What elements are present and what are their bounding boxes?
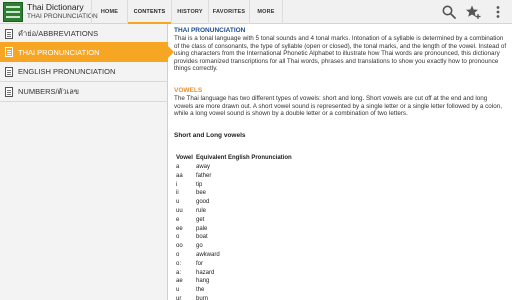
sidebar-item-label: ENGLISH PRONUNCIATION (18, 67, 116, 76)
english-cell: hazard (196, 269, 215, 276)
table-row: oo go (176, 243, 336, 252)
tab-favorites[interactable]: FAVORITES (208, 0, 249, 24)
vowel-cell: u (176, 287, 180, 294)
column-header-vowel: Vowel (176, 155, 193, 161)
subheading-short-long-vowels: Short and Long vowels (174, 132, 246, 139)
vowel-cell: ii (176, 190, 179, 197)
sidebar-item-label: คำย่อ/ABBREVIATIONS (18, 28, 99, 38)
content-pane: THAI PRONUNCIATION Thai is a tonal langu… (174, 24, 510, 300)
app-title: Thai Dictionary (27, 2, 84, 12)
english-cell: good (196, 199, 210, 206)
document-icon (5, 87, 13, 97)
tab-contents[interactable]: CONTENTS (127, 0, 171, 24)
vowel-cell: ae (176, 278, 183, 285)
document-icon (5, 29, 13, 39)
english-cell: get (196, 216, 205, 223)
table-header: Vowel Equivalent English Pronunciation (176, 155, 336, 164)
english-cell: the (196, 287, 205, 294)
vowel-cell: u (176, 199, 180, 206)
english-cell: pale (196, 225, 208, 232)
section-title-vowels: VOWELS (174, 87, 203, 94)
section-text-thai-pronunciation: Thai is a tonal language with 5 tonal so… (174, 35, 507, 73)
english-cell: tip (196, 181, 203, 188)
search-icon[interactable] (441, 4, 457, 20)
english-cell: rule (196, 207, 207, 214)
english-cell: father (196, 172, 212, 179)
tab-history[interactable]: HISTORY (171, 0, 208, 24)
vowel-cell: o: (176, 260, 182, 267)
table-row: uu rule (176, 208, 336, 217)
vowel-cell: ee (176, 225, 183, 232)
vowel-cell: o (176, 234, 180, 241)
vowel-cell: a (176, 164, 180, 170)
vowel-cell: ur (176, 295, 182, 300)
table-row: ee pale (176, 226, 336, 235)
english-cell: bee (196, 190, 207, 197)
tab-more[interactable]: MORE (249, 0, 283, 24)
action-bar: Thai Dictionary THAI PRONUNCIATION HOME … (0, 0, 512, 24)
english-cell: boat (196, 234, 208, 241)
english-cell: go (196, 243, 203, 250)
sidebar-item-numbers[interactable]: NUMBERS/ตัวเลข (0, 82, 168, 102)
tab-home[interactable]: HOME (91, 0, 127, 24)
vowel-cell: uu (176, 207, 183, 214)
table-row: o boat (176, 234, 336, 243)
vowel-cell: e (176, 216, 180, 223)
english-cell: away (196, 164, 211, 170)
table-row: ur burn (176, 296, 336, 300)
vowel-cell: aa (176, 172, 183, 179)
sidebar-item-thai-pronunciation[interactable]: THAI PRONUNCIATION (0, 42, 174, 62)
vowel-cell: o (176, 251, 180, 258)
app-subtitle: THAI PRONUNCIATION (27, 13, 98, 20)
table-row: a away (176, 164, 336, 173)
vowel-cell: oo (176, 243, 183, 250)
section-title-thai-pronunciation: THAI PRONUNCIATION (174, 27, 246, 34)
column-header-english: Equivalent English Pronunciation (196, 155, 292, 161)
sidebar-item-english-pronunciation[interactable]: ENGLISH PRONUNCIATION (0, 62, 168, 82)
overflow-menu-icon[interactable] (490, 4, 506, 20)
document-icon (5, 67, 13, 77)
table-row: aa father (176, 173, 336, 182)
vowel-cell: i (176, 181, 178, 188)
sidebar: คำย่อ/ABBREVIATIONS THAI PRONUNCIATION E… (0, 24, 174, 300)
table-row: u the (176, 287, 336, 296)
table-row: ae hang (176, 278, 336, 287)
table-row: a: hazard (176, 270, 336, 279)
table-row: o: for (176, 261, 336, 270)
sidebar-item-label: THAI PRONUNCIATION (18, 47, 100, 57)
sidebar-item-abbreviations[interactable]: คำย่อ/ABBREVIATIONS (0, 24, 168, 44)
section-text-vowels: The Thai language has two different type… (174, 95, 502, 118)
english-cell: burn (196, 295, 209, 300)
document-icon (5, 47, 13, 57)
table-row: e get (176, 217, 336, 226)
english-cell: for (196, 260, 204, 267)
table-row: ii bee (176, 190, 336, 199)
english-cell: awkward (196, 251, 220, 258)
star-add-icon[interactable] (465, 4, 481, 20)
sidebar-item-label: NUMBERS/ตัวเลข (18, 86, 79, 96)
vowel-cell: a: (176, 269, 182, 276)
table-row: o awkward (176, 252, 336, 261)
table-row: i tip (176, 182, 336, 191)
english-cell: hang (196, 278, 210, 285)
vowel-table: Vowel Equivalent English Pronunciation a… (176, 155, 336, 300)
collins-book-icon[interactable] (3, 2, 23, 22)
table-row: u good (176, 199, 336, 208)
